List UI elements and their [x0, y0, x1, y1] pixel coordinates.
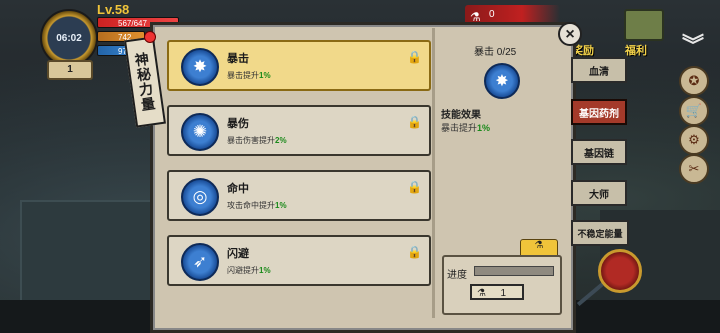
lock-icon: 🔒 [407, 245, 422, 259]
wing-icon: ➶ [181, 243, 219, 281]
day-clock: 06:02 [40, 9, 98, 67]
skill-row-crit-damage[interactable]: ✺ 暴伤 暴击伤害提升2% 🔒 [167, 105, 431, 156]
effect-value: 1% [477, 123, 491, 133]
player-level: Lv.58 [97, 2, 130, 17]
welfare-label[interactable]: 福利 [625, 42, 647, 58]
skill-name: 命中 [227, 183, 249, 195]
collapse-chevron-icon[interactable]: ︾ [678, 33, 708, 59]
lock-icon: 🔒 [407, 115, 422, 129]
target-icon: ◎ [181, 178, 219, 216]
skill-name: 暴伤 [227, 118, 249, 130]
skill-desc-value: 1% [275, 201, 287, 210]
skill-row-accuracy[interactable]: ◎ 命中 攻击命中提升1% 🔒 [167, 170, 431, 221]
progress-label: 进度 [447, 270, 467, 281]
tab-gene-potion[interactable]: 基因药剂 [571, 99, 627, 125]
effect-text: 暴击提升1% [441, 121, 490, 134]
skill-name: 暴击 [227, 53, 249, 65]
skill-row-dodge[interactable]: ➶ 闪避 闪避提升1% 🔒 [167, 235, 431, 286]
effect-prefix: 暴击提升 [441, 123, 478, 133]
flask-icon: ⚗ [477, 288, 486, 299]
effect-header: 技能效果 [441, 110, 481, 121]
lock-icon: 🔒 [407, 180, 422, 194]
skill-list: ✸ 暴击 暴击提升1% 🔒 ✺ 暴伤 暴击伤害提升2% 🔒 ◎ 命中 攻击命中提… [167, 40, 431, 300]
skill-desc: 攻击命中提升1% [227, 200, 287, 211]
upgrade-cost: 1 [500, 288, 506, 299]
panel-divider [432, 28, 435, 318]
notification-dot [144, 31, 156, 43]
skill-desc-text: 暴击提升 [227, 71, 259, 80]
skill-desc-text: 攻击命中提升 [227, 201, 275, 210]
clock-text: 06:02 [56, 32, 82, 44]
close-button[interactable]: × [558, 22, 582, 46]
crafting-icon[interactable]: ✂ [679, 154, 709, 184]
skill-desc-text: 暴击伤害提升 [227, 136, 275, 145]
medal-icon[interactable]: ✪ [679, 66, 709, 96]
tab-master[interactable]: 大师 [571, 180, 627, 206]
currency-amount: 0 [489, 9, 495, 20]
mystic-power-label: 神秘力量 [132, 51, 158, 113]
skill-desc-text: 闪避提升 [227, 266, 259, 275]
quick-slot-counter[interactable]: 1 [47, 60, 93, 80]
progress-bar [474, 266, 554, 276]
tab-gene-chain[interactable]: 基因链 [571, 139, 627, 165]
skill-desc-value: 1% [259, 266, 271, 275]
skill-desc: 暴击伤害提升2% [227, 135, 287, 146]
star-burst-icon: ✸ [484, 63, 520, 99]
health-value: 567/647 [118, 19, 147, 28]
gear-icon[interactable]: ⚙ [679, 125, 709, 155]
skill-desc: 闪避提升1% [227, 265, 271, 276]
attack-button[interactable] [598, 249, 642, 293]
skill-desc-value: 2% [275, 136, 287, 145]
tab-serum[interactable]: 血清 [571, 57, 627, 83]
shop-cart-icon[interactable]: 🛒 [679, 96, 709, 126]
skill-name: 闪避 [227, 248, 249, 260]
skill-row-crit[interactable]: ✸ 暴击 暴击提升1% 🔒 [167, 40, 431, 91]
skill-desc-value: 1% [259, 71, 271, 80]
upgrade-button[interactable]: ⚗ 1 [470, 284, 524, 300]
tab-unstable-energy[interactable]: 不稳定能量 [571, 220, 629, 246]
star-burst-icon: ✸ [181, 48, 219, 86]
explosion-icon: ✺ [181, 113, 219, 151]
detail-title: 暴击 0/25 [474, 47, 517, 58]
skill-desc: 暴击提升1% [227, 70, 271, 81]
lock-icon: 🔒 [407, 50, 422, 64]
welfare-chest-icon[interactable] [624, 9, 664, 41]
